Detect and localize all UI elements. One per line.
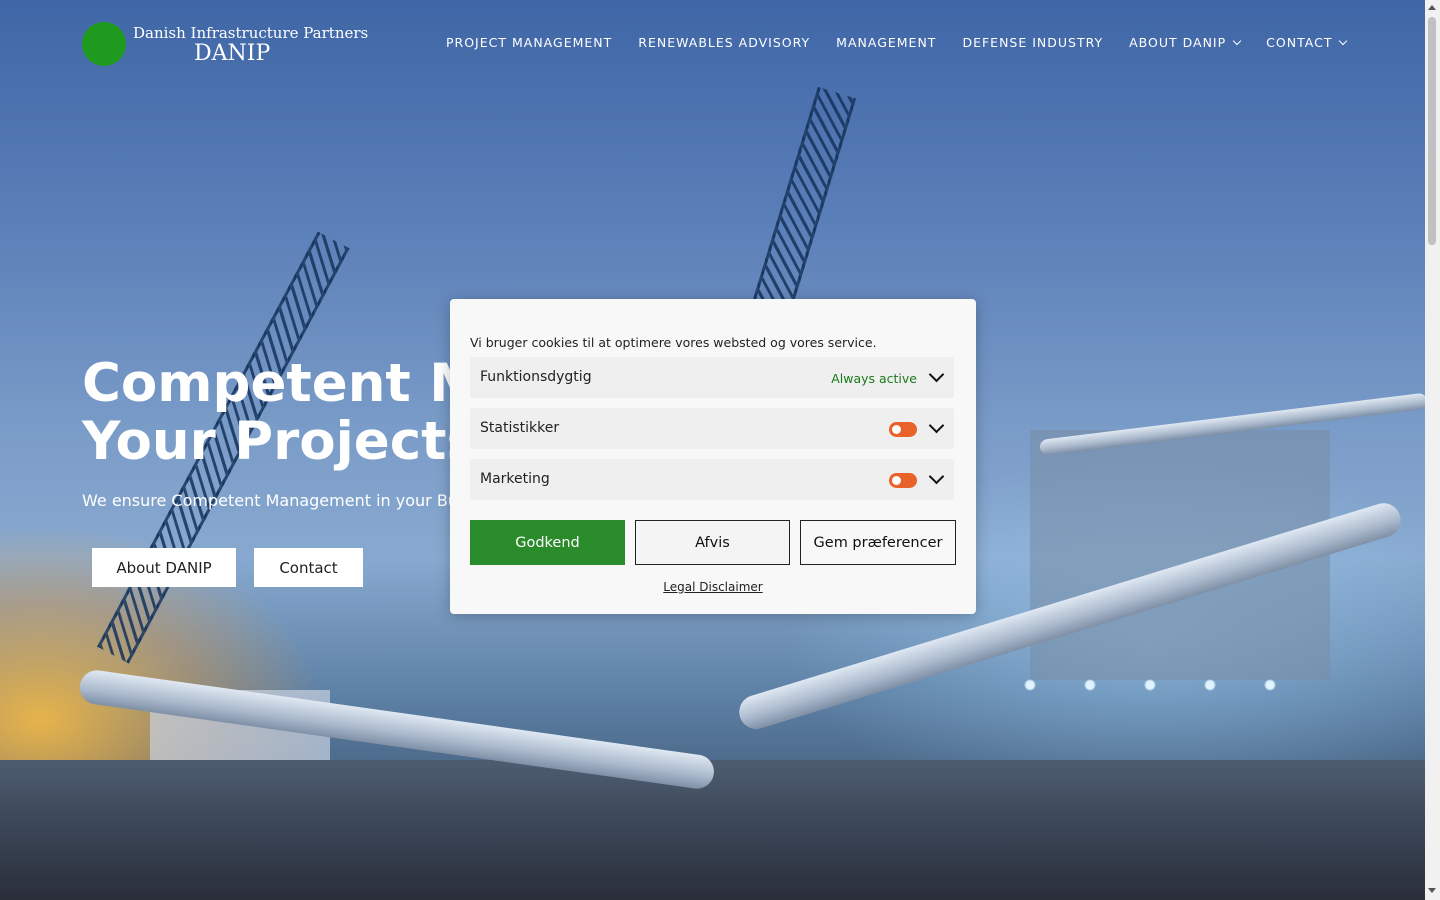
statistics-toggle[interactable] <box>889 422 917 437</box>
nav-project-management[interactable]: PROJECT MANAGEMENT <box>446 35 612 50</box>
harbor-lights <box>1000 670 1300 700</box>
deny-cookies-button[interactable]: Afvis <box>635 520 790 565</box>
accept-cookies-button[interactable]: Godkend <box>470 520 625 565</box>
nav-label: MANAGEMENT <box>836 35 937 50</box>
chevron-down-icon[interactable] <box>928 366 945 383</box>
nav-label: RENEWABLES ADVISORY <box>638 35 811 50</box>
nav-about-danip[interactable]: ABOUT DANIP <box>1129 35 1242 50</box>
about-danip-button[interactable]: About DANIP <box>92 548 236 587</box>
category-label: Funktionsdygtig <box>480 369 592 385</box>
category-label: Statistikker <box>480 420 560 436</box>
nav-management[interactable]: MANAGEMENT <box>836 35 936 50</box>
logo-company-name: Danish Infrastructure Partners <box>133 24 369 42</box>
scroll-down-arrow-icon[interactable] <box>1428 888 1436 893</box>
cookie-category-marketing[interactable]: Marketing <box>470 459 954 500</box>
scroll-thumb[interactable] <box>1428 17 1436 245</box>
nav-renewables-advisory[interactable]: RENEWABLES ADVISORY <box>638 35 810 50</box>
hero-tagline: We ensure Competent Management in your B… <box>82 491 471 510</box>
legal-disclaimer-row: Legal Disclaimer <box>450 580 976 594</box>
nav-label: ABOUT DANIP <box>1129 35 1227 50</box>
danip-logo[interactable]: Danish Infrastructure Partners DANIP <box>82 22 368 68</box>
logo-circle-icon <box>82 22 126 66</box>
nav-label: DEFENSE INDUSTRY <box>962 35 1104 50</box>
always-active-status: Always active <box>831 371 917 386</box>
save-preferences-button[interactable]: Gem præferencer <box>800 520 956 565</box>
main-navigation: PROJECT MANAGEMENT RENEWABLES ADVISORY M… <box>446 35 1348 50</box>
nav-defense-industry[interactable]: DEFENSE INDUSTRY <box>962 35 1103 50</box>
legal-disclaimer-link[interactable]: Legal Disclaimer <box>663 580 762 594</box>
chevron-down-icon <box>1232 36 1242 45</box>
ground <box>0 760 1425 900</box>
cookie-category-statistics[interactable]: Statistikker <box>470 408 954 449</box>
contact-button[interactable]: Contact <box>254 548 363 587</box>
nav-contact[interactable]: CONTACT <box>1266 35 1348 50</box>
chevron-down-icon[interactable] <box>928 468 945 485</box>
cookie-intro-text: Vi bruger cookies til at optimere vores … <box>470 335 877 350</box>
category-label: Marketing <box>480 471 550 487</box>
nav-label: PROJECT MANAGEMENT <box>446 35 613 50</box>
nav-label: CONTACT <box>1266 35 1333 50</box>
marketing-toggle[interactable] <box>889 473 917 488</box>
cookie-consent-dialog: Vi bruger cookies til at optimere vores … <box>450 299 976 614</box>
page-scrollbar[interactable] <box>1425 0 1440 900</box>
logo-abbreviation: DANIP <box>194 41 271 66</box>
chevron-down-icon[interactable] <box>928 417 945 434</box>
chevron-down-icon <box>1339 36 1348 45</box>
scroll-up-arrow-icon[interactable] <box>1428 5 1436 10</box>
cookie-category-functional[interactable]: Funktionsdygtig Always active <box>470 357 954 398</box>
